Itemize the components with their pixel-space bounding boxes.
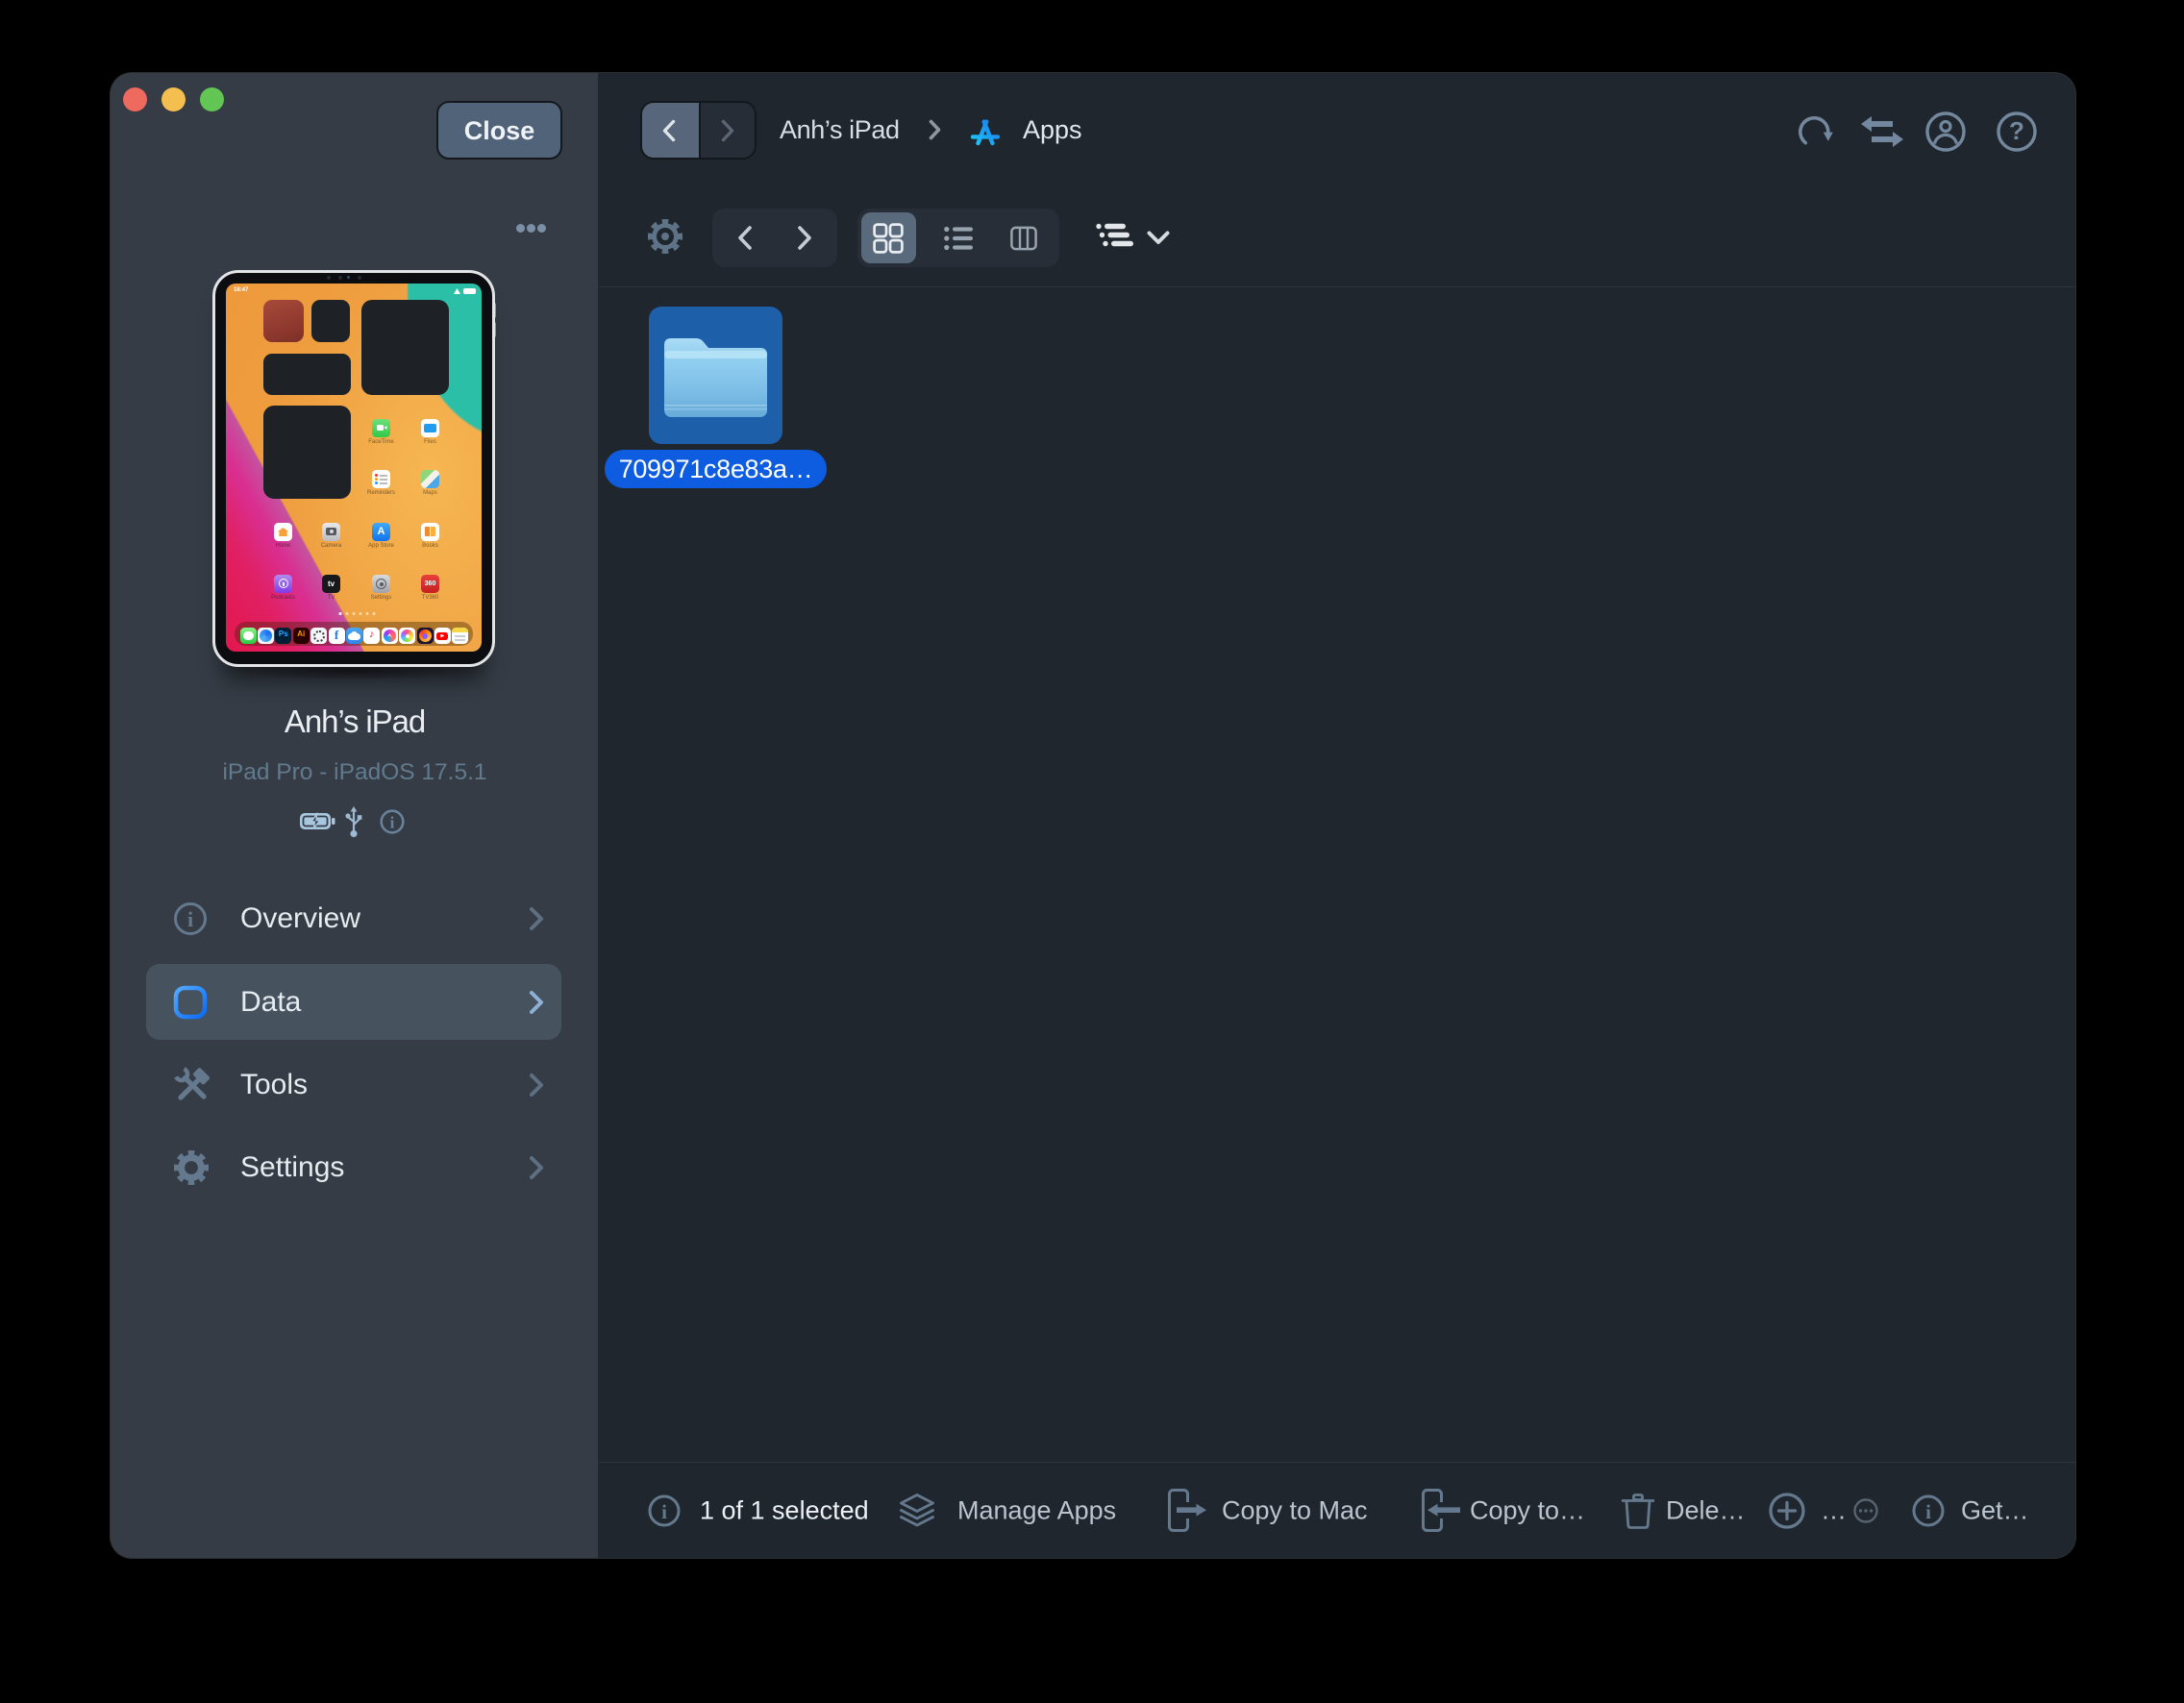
svg-text:?: ? [2009, 116, 2024, 145]
svg-text:i: i [390, 814, 395, 832]
svg-text:i: i [1925, 1500, 1931, 1523]
svg-text:i: i [187, 907, 193, 931]
svg-text:i: i [661, 1500, 667, 1523]
